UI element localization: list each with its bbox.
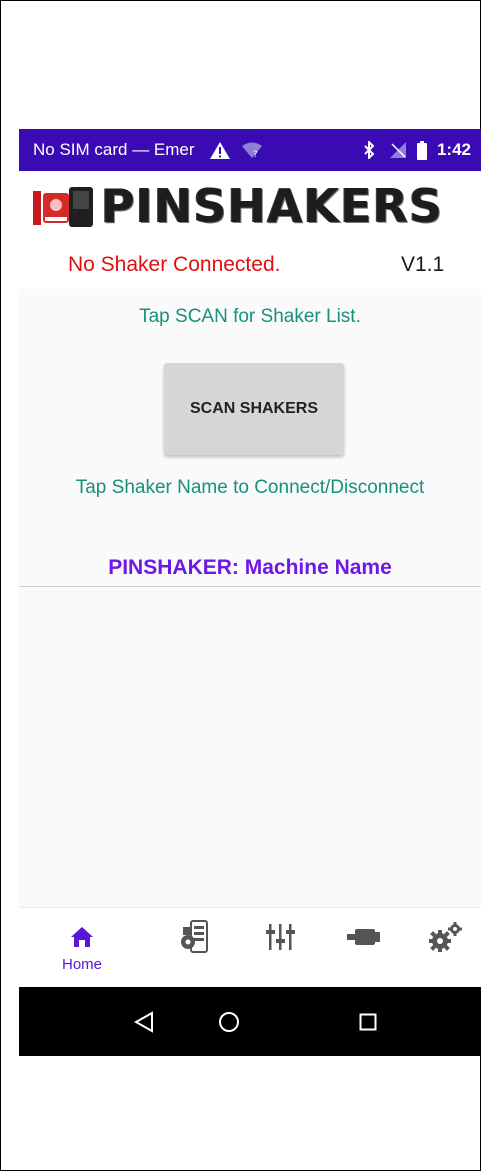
no-signal-icon: [389, 141, 407, 159]
wifi-question-icon: ?: [241, 141, 263, 159]
svg-text:?: ?: [253, 150, 258, 159]
bluetooth-icon: [363, 141, 375, 159]
nav-home-label: Home: [61, 956, 102, 973]
connection-status: No Shaker Connected.: [68, 253, 281, 276]
home-icon: [70, 922, 94, 952]
connection-row: No Shaker Connected. V1.1: [19, 241, 481, 289]
recents-icon[interactable]: [355, 1009, 381, 1035]
battery-icon: [416, 140, 427, 160]
motor-icon: [347, 922, 381, 952]
carrier-text: No SIM card — Emer: [33, 140, 195, 159]
status-bar: No SIM card — Emer ? 1:42: [19, 129, 481, 171]
scan-shakers-button[interactable]: SCAN SHAKERS: [164, 363, 344, 455]
nav-device-config[interactable]: [159, 908, 229, 988]
machine-name-item[interactable]: PINSHAKER: Machine Name: [19, 556, 481, 580]
device-config-icon: [179, 920, 209, 953]
phone-screen: No SIM card — Emer ? 1:42 PINSHAKERS No …: [19, 129, 481, 1056]
app-logo-text: PINSHAKERS: [101, 179, 444, 233]
nav-home[interactable]: Home: [47, 908, 117, 988]
back-icon[interactable]: [131, 1009, 157, 1035]
home-circle-icon[interactable]: [216, 1009, 242, 1035]
warning-icon: [209, 141, 231, 160]
nav-motor[interactable]: [329, 908, 399, 988]
connect-hint: Tap Shaker Name to Connect/Disconnect: [75, 477, 425, 498]
nav-settings-sliders[interactable]: [245, 908, 315, 988]
sliders-icon: [265, 922, 295, 952]
scan-hint: Tap SCAN for Shaker List.: [139, 306, 361, 327]
nav-gears[interactable]: [411, 908, 481, 988]
android-system-navigation: [19, 987, 481, 1056]
list-divider: [19, 586, 481, 587]
gears-icon: [428, 922, 464, 952]
app-header: PINSHAKERS: [19, 171, 481, 241]
clock-time: 1:42: [436, 140, 471, 159]
pinball-machine-logo-icon: [31, 183, 95, 229]
bottom-navigation: Home: [19, 907, 481, 987]
app-version: V1.1: [401, 253, 445, 276]
